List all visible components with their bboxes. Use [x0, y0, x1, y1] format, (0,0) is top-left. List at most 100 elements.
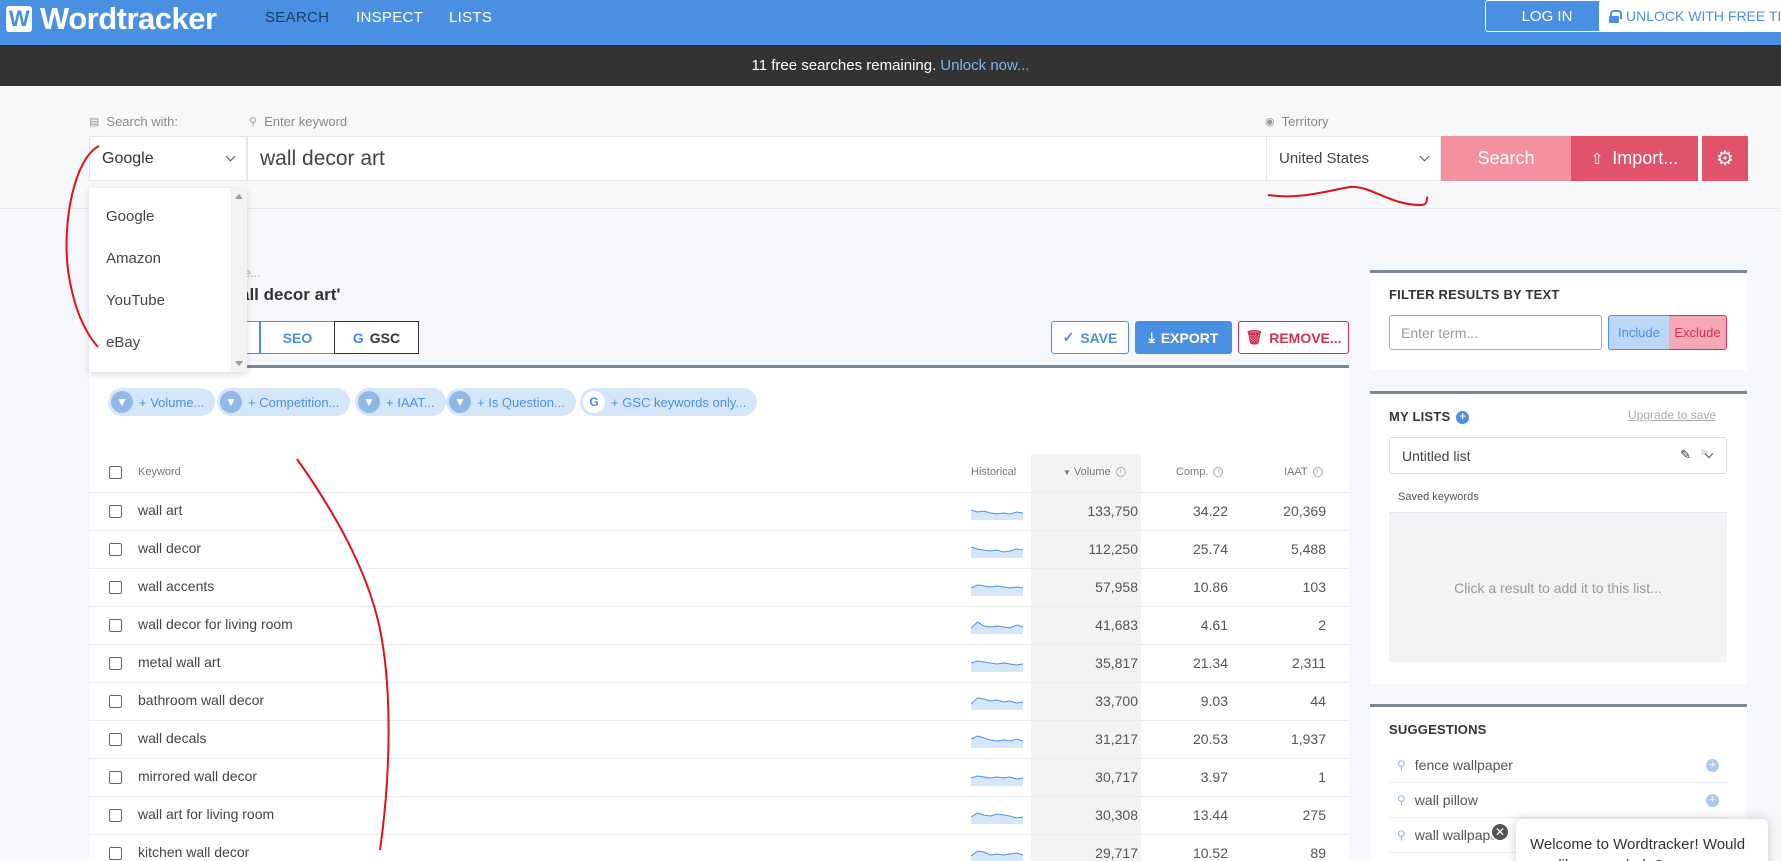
login-button[interactable]: LOG IN [1485, 0, 1609, 32]
row-checkbox[interactable] [109, 619, 122, 632]
historical-sparkline [971, 850, 1023, 861]
saved-keywords-box: Click a result to add it to this list... [1389, 512, 1727, 662]
table-row-iaat: 2 [1318, 617, 1326, 633]
search-engine-dropdown: Google Amazon YouTube eBay [89, 188, 247, 372]
filter-term-input[interactable]: Enter term... [1389, 315, 1602, 350]
scroll-down-icon[interactable] [235, 361, 243, 366]
table-row-keyword[interactable]: wall art [138, 502, 182, 518]
check-icon: ✓ [1062, 329, 1075, 345]
row-checkbox[interactable] [109, 505, 122, 518]
remove-button[interactable]: 🗑 REMOVE... [1238, 321, 1349, 354]
table-row-keyword[interactable]: mirrored wall decor [138, 768, 257, 784]
col-header-keyword[interactable]: Keyword [138, 466, 181, 478]
table-row-keyword[interactable]: wall decor for living room [138, 616, 293, 632]
table-row-keyword[interactable]: kitchen wall decor [138, 844, 249, 860]
row-checkbox[interactable] [109, 581, 122, 594]
free-searches-banner: 11 free searches remaining. Unlock now..… [0, 45, 1781, 86]
search-icon: ⚲ [1397, 793, 1406, 807]
row-checkbox[interactable] [109, 543, 122, 556]
logo[interactable]: W Wordtracker [6, 1, 217, 37]
col-header-historical[interactable]: Historical [971, 466, 1016, 478]
include-button[interactable]: Include [1608, 315, 1669, 350]
territory-select[interactable]: United States [1266, 136, 1441, 181]
filter-icon: ▼ [111, 391, 133, 413]
row-checkbox[interactable] [109, 657, 122, 670]
engine-option-amazon[interactable]: Amazon [89, 237, 247, 279]
sort-down-icon: ▼ [1063, 468, 1071, 477]
suggestion-item[interactable]: ⚲ fence wallpaper + [1389, 748, 1727, 783]
chat-popup[interactable]: Welcome to Wordtracker! Would you like s… [1516, 819, 1768, 861]
top-navbar: W Wordtracker SEARCH INSPECT LISTS LOG I… [0, 0, 1781, 45]
close-icon[interactable]: ✕ [1490, 822, 1510, 842]
table-row-comp: 3.97 [1200, 769, 1228, 785]
col-header-volume[interactable]: ▼ Volume i [1063, 466, 1126, 478]
table-row-volume: 41,683 [1095, 617, 1138, 633]
my-lists-title: MY LISTS + [1389, 409, 1470, 425]
row-checkbox[interactable] [109, 695, 122, 708]
exclude-button[interactable]: Exclude [1669, 315, 1727, 350]
tab-gsc[interactable]: G GSC [334, 321, 419, 354]
keyword-input[interactable]: wall decor art [247, 136, 1267, 181]
list-icon: ▤ [89, 116, 100, 128]
unlock-now-link[interactable]: Unlock now... [940, 57, 1029, 74]
import-button[interactable]: ⇧ Import... [1571, 136, 1698, 181]
row-checkbox[interactable] [109, 733, 122, 746]
row-divider [89, 530, 1349, 531]
list-select[interactable]: Untitled list ✎ ⚑ [1389, 437, 1727, 474]
pencil-icon[interactable]: ✎ [1680, 447, 1691, 463]
engine-option-ebay[interactable]: eBay [89, 321, 247, 363]
table-row-keyword[interactable]: bathroom wall decor [138, 692, 264, 708]
filter-icon: ▼ [358, 391, 380, 413]
table-row-comp: 21.34 [1192, 655, 1228, 671]
engine-option-youtube[interactable]: YouTube [89, 279, 247, 321]
col-header-iaat[interactable]: IAAT i [1284, 466, 1323, 478]
google-icon: G [583, 391, 605, 413]
table-row-volume: 30,308 [1095, 807, 1138, 823]
filter-title: FILTER RESULTS BY TEXT [1389, 287, 1560, 302]
upgrade-link[interactable]: Upgrade to save [1628, 408, 1716, 422]
logo-text: Wordtracker [40, 1, 217, 36]
table-row-comp: 9.03 [1200, 693, 1228, 709]
filter-chip-competition[interactable]: ▼ + Competition... [217, 388, 351, 416]
historical-sparkline [971, 509, 1023, 520]
table-row-iaat: 2,311 [1292, 655, 1326, 671]
table-row-volume: 29,717 [1095, 845, 1138, 861]
search-button[interactable]: Search [1441, 136, 1571, 181]
add-icon[interactable]: + [1706, 794, 1719, 807]
col-header-comp[interactable]: Comp. i [1176, 466, 1224, 478]
suggestions-title: SUGGESTIONS [1389, 722, 1487, 737]
row-divider [89, 492, 1349, 493]
row-checkbox[interactable] [109, 809, 122, 822]
filter-chip-gsc[interactable]: G + GSC keywords only... [580, 388, 758, 416]
table-row-volume: 31,217 [1095, 731, 1138, 747]
settings-button[interactable]: ⚙ [1702, 136, 1748, 181]
table-row-keyword[interactable]: metal wall art [138, 654, 220, 670]
unlock-button[interactable]: UNLOCK WITH FREE TI [1599, 0, 1781, 32]
filter-chip-is-question[interactable]: ▼ + Is Question... [446, 388, 576, 416]
row-divider [89, 834, 1349, 835]
table-row-keyword[interactable]: wall decor [138, 540, 201, 556]
suggestion-item[interactable]: ⚲ wall pillow + [1389, 783, 1727, 818]
tab-seo[interactable]: SEO [260, 321, 335, 354]
row-checkbox[interactable] [109, 771, 122, 784]
table-row-keyword[interactable]: wall art for living room [138, 806, 274, 822]
nav-inspect[interactable]: INSPECT [356, 9, 423, 26]
scroll-up-icon[interactable] [235, 194, 243, 199]
table-row-comp: 34.22 [1192, 503, 1228, 519]
row-checkbox[interactable] [109, 847, 122, 860]
nav-search[interactable]: SEARCH [265, 9, 329, 26]
filter-chip-volume[interactable]: ▼ + Volume... [108, 388, 216, 416]
engine-option-google[interactable]: Google [89, 195, 247, 237]
nav-lists[interactable]: LISTS [449, 9, 492, 26]
add-list-icon[interactable]: + [1456, 411, 1470, 425]
filter-chip-iaat[interactable]: ▼ + IAAT... [355, 388, 446, 416]
table-row-keyword[interactable]: wall decals [138, 730, 206, 746]
dropdown-scrollbar[interactable] [231, 188, 247, 372]
table-row-keyword[interactable]: wall accents [138, 578, 214, 594]
save-button[interactable]: ✓ SAVE [1051, 321, 1129, 354]
select-all-checkbox[interactable] [109, 466, 122, 479]
export-button[interactable]: ⤓ EXPORT [1135, 321, 1232, 354]
search-engine-select[interactable]: Google [89, 136, 247, 181]
row-divider [89, 720, 1349, 721]
add-icon[interactable]: + [1706, 759, 1719, 772]
